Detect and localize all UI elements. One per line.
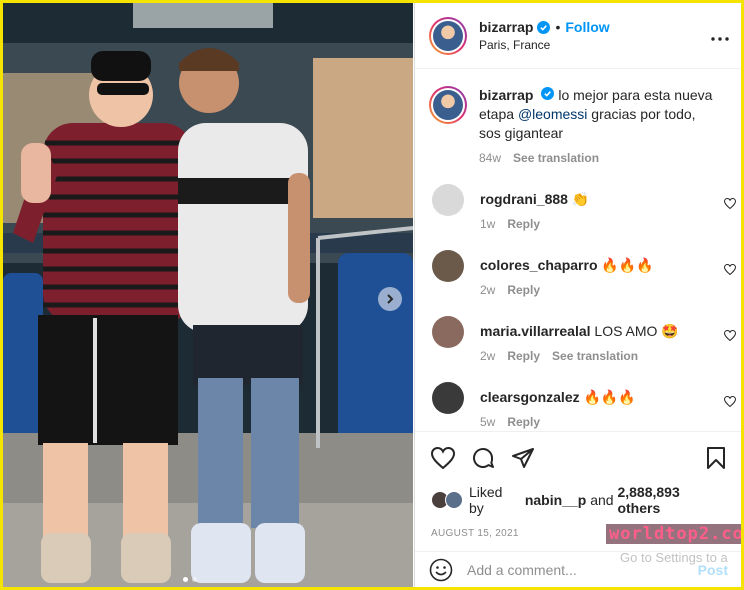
comment-item: rogdrani_888 👏 1w Reply [415,184,741,250]
share-paper-plane-icon[interactable] [511,447,535,469]
comments-list[interactable]: bizarrap lo mejor para esta nueva etapa … [415,70,741,430]
commenter-avatar[interactable] [432,250,464,282]
commenter-username[interactable]: rogdrani_888 [480,191,568,207]
post-header: bizarrap • Follow Paris, France [415,3,741,69]
reply-button[interactable]: Reply [507,415,540,429]
comment-age: 2w [480,349,496,363]
author-avatar[interactable] [429,16,467,55]
commenter-username[interactable]: colores_chaparro [480,257,598,273]
chevron-right-icon [387,294,394,304]
liker-username[interactable]: nabin__p [525,492,586,508]
caption-age: 84w [479,151,502,165]
instagram-post-window: bizarrap • Follow Paris, France bizarrap… [3,3,741,587]
photo-illustration [3,3,413,587]
carousel-indicator [183,577,197,582]
like-heart-icon[interactable] [431,447,455,469]
liker-avatar[interactable] [445,491,463,509]
author-username[interactable]: bizarrap [479,19,533,35]
verified-badge-icon [537,20,551,34]
commenter-avatar[interactable] [432,184,464,216]
post-location[interactable]: Paris, France [479,38,610,52]
windows-activation-notice: Go to Settings to a [620,550,728,565]
comment-age: 5w [480,415,496,429]
commenter-username[interactable]: clearsgonzalez [480,389,580,405]
comment-text: 👏 [571,191,590,207]
commenter-avatar[interactable] [432,316,464,348]
emoji-smile-icon[interactable] [429,558,453,582]
likes-count-link[interactable]: 2,888,893 others [617,484,726,516]
comment-item: maria.villarrealal LOS AMO 🤩 2w Reply See … [415,316,741,382]
post-side-panel: bizarrap • Follow Paris, France bizarrap… [414,3,741,587]
comment-age: 1w [480,217,496,231]
follow-button[interactable]: Follow [565,19,609,35]
caption-mention-link[interactable]: @leomessi [518,106,587,122]
see-translation-link[interactable]: See translation [513,149,599,168]
caption-avatar[interactable] [429,86,467,124]
like-comment-heart-icon[interactable] [723,328,737,346]
carousel-dot-active [183,577,188,582]
likes-prefix: Liked by [469,484,503,516]
verified-badge-icon [541,87,555,100]
caption-username[interactable]: bizarrap [479,87,533,103]
header-separator: • [555,19,561,35]
more-options-icon[interactable] [711,28,729,46]
watermark-text: worldtop2.com [606,524,741,544]
post-photo[interactable] [3,3,413,587]
comment-item: colores_chaparro 🔥🔥🔥 2w Reply [415,250,741,316]
like-comment-heart-icon[interactable] [723,394,737,412]
comment-text: 🔥🔥🔥 [601,257,654,273]
reply-button[interactable]: Reply [507,283,540,297]
commenter-username[interactable]: maria.villarrealal [480,323,591,339]
post-caption: bizarrap lo mejor para esta nueva etapa … [415,70,741,168]
comment-bubble-icon[interactable] [471,446,495,470]
save-bookmark-icon[interactable] [706,447,726,469]
comment-text: LOS AMO 🤩 [594,323,679,339]
reply-button[interactable]: Reply [507,217,540,231]
carousel-dot [192,577,197,582]
likes-summary: Liked by nabin__p and 2,888,893 others [431,484,726,516]
commenter-avatar[interactable] [432,382,464,414]
comment-item: clearsgonzalez 🔥🔥🔥 5w Reply [415,382,741,430]
like-comment-heart-icon[interactable] [723,196,737,214]
see-translation-link[interactable]: See translation [552,349,638,363]
comment-text: 🔥🔥🔥 [583,389,636,405]
reply-button[interactable]: Reply [507,349,540,363]
like-comment-heart-icon[interactable] [723,262,737,280]
comment-age: 2w [480,283,496,297]
likes-joiner: and [590,492,614,508]
next-photo-button[interactable] [378,287,402,311]
